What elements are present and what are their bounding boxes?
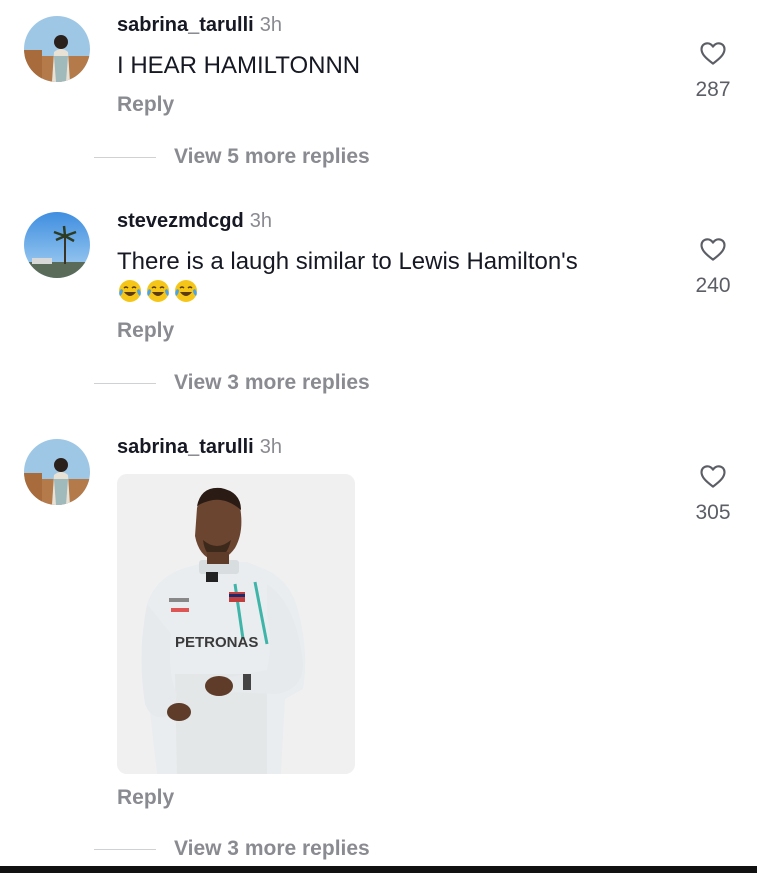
comment-text: There is a laugh similar to Lewis Hamilt… [117, 248, 578, 275]
view-more-label: View 5 more replies [174, 145, 370, 168]
divider [94, 156, 156, 158]
reply-button[interactable]: Reply [117, 93, 174, 117]
comment-text: I HEAR HAMILTONNN [117, 52, 361, 79]
avatar[interactable] [24, 16, 90, 82]
comment-header: sabrina_tarulli 3h [117, 436, 282, 459]
view-more-replies[interactable]: View 3 more replies [94, 371, 370, 395]
heart-outline-icon [700, 42, 726, 65]
reply-button[interactable]: Reply [117, 319, 174, 343]
view-more-replies[interactable]: View 3 more replies [94, 837, 370, 861]
username[interactable]: sabrina_tarulli [117, 14, 254, 36]
face-with-tears-of-joy-icon [147, 280, 169, 302]
view-more-label: View 3 more replies [174, 837, 370, 860]
timestamp: 3h [249, 210, 272, 232]
view-more-replies[interactable]: View 5 more replies [94, 145, 370, 169]
like-count: 305 [695, 501, 731, 524]
view-more-label: View 3 more replies [174, 371, 370, 394]
suit-sponsor-text: PETRONAS [175, 634, 258, 651]
avatar[interactable] [24, 212, 90, 278]
like-count: 287 [695, 78, 731, 101]
emoji-row [117, 278, 199, 304]
comment-header: stevezmdcgd 3h [117, 210, 272, 233]
timestamp: 3h [259, 436, 282, 458]
face-with-tears-of-joy-icon [175, 280, 197, 302]
like-count: 240 [695, 274, 731, 297]
like-button[interactable]: 287 [686, 38, 740, 102]
like-button[interactable]: 240 [686, 234, 740, 298]
username[interactable]: sabrina_tarulli [117, 436, 254, 458]
reply-button[interactable]: Reply [117, 786, 174, 810]
like-button[interactable]: 305 [686, 461, 740, 525]
username[interactable]: stevezmdcgd [117, 210, 244, 232]
racing-driver-gif: PETRONAS [117, 474, 355, 774]
avatar[interactable] [24, 439, 90, 505]
comment-header: sabrina_tarulli 3h [117, 14, 282, 37]
divider [94, 848, 156, 850]
divider [94, 382, 156, 384]
bottom-edge-bar [0, 866, 757, 873]
face-with-tears-of-joy-icon [119, 280, 141, 302]
heart-outline-icon [700, 238, 726, 261]
heart-outline-icon [700, 465, 726, 488]
timestamp: 3h [259, 14, 282, 36]
gif-attachment[interactable]: PETRONAS [117, 474, 355, 774]
